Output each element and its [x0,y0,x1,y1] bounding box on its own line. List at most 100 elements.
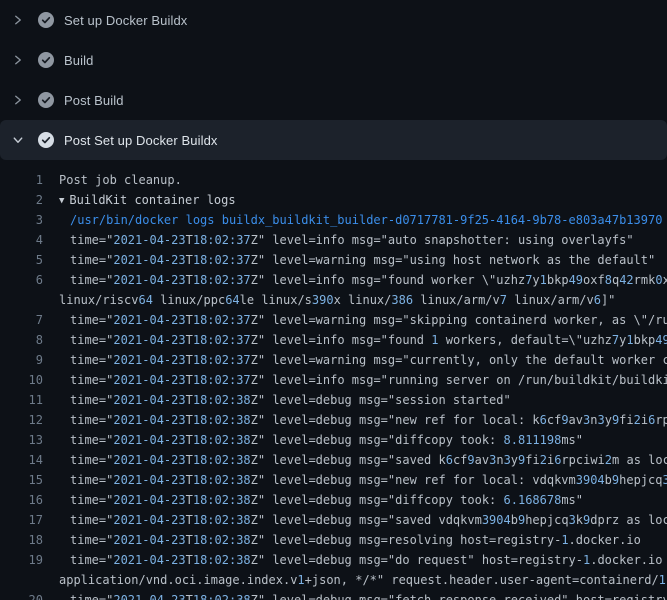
number-token: 6 [446,453,453,467]
log-line-text: time="2021-04-23T18:02:37Z" level=info m… [70,230,634,250]
number-token: 18:02:37 [193,253,251,267]
number-token: 2021-04-23 [113,413,185,427]
chevron-right-icon[interactable] [10,12,26,28]
number-token: 18:02:38 [193,393,251,407]
log-group-toggle[interactable]: ▼BuildKit container logs [59,190,236,210]
step-row-post-setup-docker-buildx[interactable]: Post Set up Docker Buildx [0,120,667,160]
log-line: 16time="2021-04-23T18:02:38Z" level=debu… [0,490,667,510]
check-circle-icon [38,12,54,28]
log-line-number[interactable]: 20 [0,590,43,600]
number-token: 18:02:38 [193,453,251,467]
step-list: Set up Docker Buildx Build Post Build [0,0,667,160]
log-line-number[interactable]: 19 [0,550,43,570]
log-line-number[interactable]: 7 [0,310,43,330]
number-token: 2021-04-23 [113,453,185,467]
actions-log-viewer: Set up Docker Buildx Build Post Build [0,0,667,600]
number-token: 2021-04-23 [113,473,185,487]
log-line-number[interactable]: 3 [0,210,43,230]
number-token: 9 [561,413,568,427]
log-line: 15 time="2021-04-23T18:02:38Z" level=debu… [0,470,667,490]
log-line-number[interactable]: 15 [0,470,43,490]
step-row-post-build[interactable]: Post Build [0,80,667,120]
log-command-text: /usr/bin/docker logs buildx_buildkit_bui… [70,210,662,230]
number-token: 2021-04-23 [113,593,185,600]
log-line-text: time="2021-04-23T18:02:38Z" level=debug … [70,530,641,550]
number-token: 18:02:37 [193,333,251,347]
expand-triangle-icon[interactable]: ▼ [59,196,64,206]
number-token: 9 [467,453,474,467]
log-line: 12time="2021-04-23T18:02:38Z" level=debu… [0,410,667,430]
log-line: application/vnd.oci.image.index.v1+json,… [0,570,667,590]
log-line-number[interactable]: 14 [0,450,43,470]
log-line-number[interactable]: 16 [0,490,43,510]
number-token: 2021-04-23 [113,553,185,567]
number-token: 9 [583,513,590,527]
number-token: 42 [619,273,633,287]
step-row-build[interactable]: Build [0,40,667,80]
log-line-text: time="2021-04-23T18:02:38Z" level=debug … [70,550,667,570]
log-line-number[interactable]: 4 [0,230,43,250]
log-line-number[interactable]: 5 [0,250,43,270]
check-circle-icon [38,132,54,148]
number-token: 18:02:38 [193,433,251,447]
number-token: 0 [655,273,662,287]
log-line-text: time="2021-04-23T18:02:38Z" level=debug … [70,510,667,530]
number-token: 6 [554,453,561,467]
number-token: 6 [540,413,547,427]
chevron-down-icon[interactable] [10,132,26,148]
log-line-text: application/vnd.oci.image.index.v1+json,… [59,570,667,590]
number-token: 2021-04-23 [113,533,185,547]
log-line: 1Post job cleanup. [0,170,667,190]
number-token: 18:02:37 [193,313,251,327]
log-line-text: time="2021-04-23T18:02:37Z" level=info m… [70,370,667,390]
log-line-text: time="2021-04-23T18:02:38Z" level=debug … [70,470,667,490]
log-line-number[interactable]: 8 [0,330,43,350]
log-line-number[interactable]: 2 [0,190,43,210]
number-token: 7 [500,293,507,307]
log-line-number[interactable]: 18 [0,530,43,550]
number-token: 6 [648,413,655,427]
log-line-text: linux/riscv64 linux/ppc64le linux/s390x … [59,290,615,310]
log-line: 17 time="2021-04-23T18:02:38Z" level=debu… [0,510,667,530]
log-line-number[interactable]: 9 [0,350,43,370]
log-line-number[interactable]: 12 [0,410,43,430]
log-line-number[interactable]: 13 [0,430,43,450]
number-token: 2021-04-23 [113,273,185,287]
log-line-text: time="2021-04-23T18:02:37Z" level=info m… [70,330,667,350]
log-line-text: time="2021-04-23T18:02:38Z" level=debug … [70,390,511,410]
chevron-right-icon[interactable] [10,52,26,68]
log-line: 7time="2021-04-23T18:02:37Z" level=warni… [0,310,667,330]
check-circle-icon [38,92,54,108]
number-token: 9 [612,473,619,487]
log-line-number[interactable]: 11 [0,390,43,410]
number-token: 7 [525,273,532,287]
number-token: 18:02:38 [193,553,251,567]
number-token: 2021-04-23 [113,253,185,267]
number-token: 1 [431,333,438,347]
number-token: 3 [597,413,604,427]
log-line: 5time="2021-04-23T18:02:37Z" level=warni… [0,250,667,270]
chevron-right-icon[interactable] [10,92,26,108]
log-line: 8 time="2021-04-23T18:02:37Z" level=info … [0,330,667,350]
log-line-number[interactable]: 10 [0,370,43,390]
number-token: 18:02:37 [193,273,251,287]
number-token: 2021-04-23 [113,353,185,367]
log-line: 6time="2021-04-23T18:02:37Z" level=info … [0,270,667,290]
step-label: Post Set up Docker Buildx [64,133,218,148]
step-row-setup-docker-buildx[interactable]: Set up Docker Buildx [0,0,667,40]
log-line-number[interactable]: 6 [0,270,43,290]
log-line: 13time="2021-04-23T18:02:38Z" level=debu… [0,430,667,450]
number-token: 3904 [576,473,605,487]
log-line-number[interactable]: 17 [0,510,43,530]
number-token: 2021-04-23 [113,433,185,447]
log-line: 11 time="2021-04-23T18:02:38Z" level=debu… [0,390,667,410]
number-token: 18:02:38 [193,473,251,487]
log-line-text: time="2021-04-23T18:02:38Z" level=debug … [70,450,667,470]
number-token: 3 [489,453,496,467]
log-line-number[interactable]: 1 [0,170,43,190]
log-line: 9time="2021-04-23T18:02:37Z" level=warni… [0,350,667,370]
log-line-text: time="2021-04-23T18:02:38Z" level=debug … [70,590,667,600]
number-token: 64 [225,293,239,307]
number-token: 2021-04-23 [113,393,185,407]
number-token: 2021-04-23 [113,313,185,327]
